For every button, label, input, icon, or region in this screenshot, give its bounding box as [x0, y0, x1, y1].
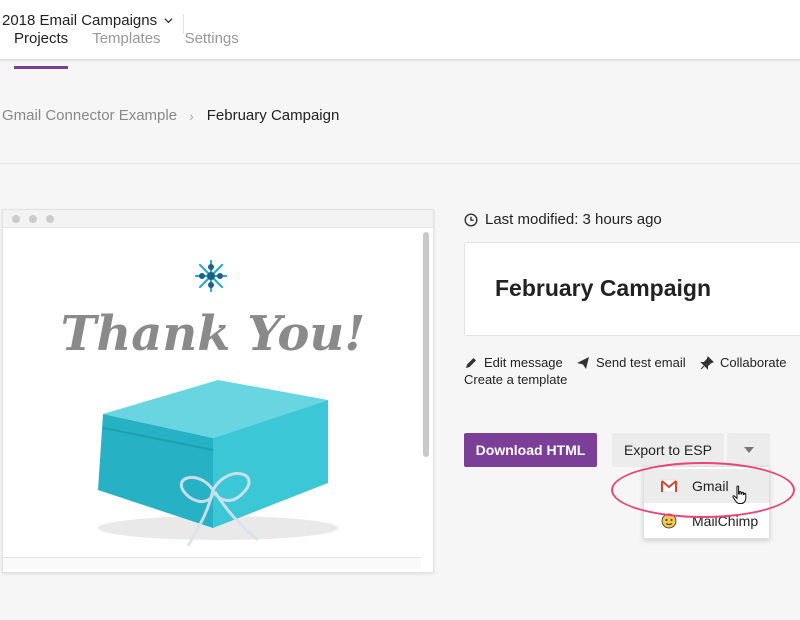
divider: [0, 163, 800, 164]
edit-message-label: Edit message: [484, 355, 563, 370]
email-preview-window: Thank You!: [2, 209, 434, 573]
last-modified-text: Last modified: 3 hours ago: [485, 211, 662, 228]
email-heading: Thank You!: [61, 306, 366, 362]
export-to-esp-button[interactable]: Export to ESP: [612, 433, 724, 467]
chevron-right-icon: ›: [189, 107, 194, 124]
preview-scrollbar[interactable]: [421, 232, 431, 562]
pencil-icon: [466, 357, 476, 368]
mailchimp-label: MailChimp: [692, 513, 759, 529]
mailchimp-icon: [661, 513, 677, 529]
window-dot-icon: [29, 215, 37, 223]
export-option-gmail[interactable]: Gmail: [644, 469, 769, 503]
snowflake-logo-icon: [194, 259, 228, 293]
export-dropdown-toggle[interactable]: [727, 433, 770, 467]
download-html-button[interactable]: Download HTML: [464, 433, 597, 467]
preview-window-bar: [3, 210, 433, 228]
export-option-mailchimp[interactable]: MailChimp: [644, 504, 769, 538]
create-template-label: Create a template: [464, 372, 568, 387]
create-template-link[interactable]: Create a template: [464, 372, 567, 387]
tab-templates[interactable]: Templates: [92, 30, 160, 47]
collaborate-link[interactable]: Collaborate: [700, 355, 787, 370]
campaign-title: February Campaign: [495, 275, 711, 301]
tab-projects[interactable]: Projects: [14, 30, 68, 47]
campaign-title-card: February Campaign: [464, 242, 800, 336]
export-dropdown-menu: Gmail MailChimp: [643, 466, 770, 539]
gmail-icon: [660, 479, 678, 493]
project-name: 2018 Email Campaigns: [2, 12, 158, 29]
main-tabs: Projects Templates Settings: [14, 30, 239, 47]
last-modified: Last modified: 3 hours ago: [464, 211, 662, 228]
window-dot-icon: [46, 215, 54, 223]
gmail-label: Gmail: [692, 478, 729, 494]
pin-icon: [700, 355, 714, 370]
scrollbar-thumb[interactable]: [423, 232, 429, 457]
edit-message-link[interactable]: Edit message: [464, 355, 563, 370]
collaborate-label: Collaborate: [720, 355, 787, 370]
top-header: 2018 Email Campaigns Projects Templates …: [0, 0, 800, 60]
chevron-down-icon: [164, 18, 173, 24]
gift-box-image: [98, 380, 338, 547]
active-tab-indicator: [14, 66, 68, 69]
project-switcher[interactable]: 2018 Email Campaigns: [2, 12, 174, 29]
paper-plane-icon: [577, 356, 589, 369]
caret-down-icon: [743, 447, 754, 453]
breadcrumb: Gmail Connector Example › February Campa…: [2, 107, 339, 124]
window-dot-icon: [12, 215, 20, 223]
email-preview-content: Thank You!: [61, 259, 366, 547]
tab-settings[interactable]: Settings: [185, 30, 239, 47]
preview-footer-bar: [3, 557, 421, 569]
send-test-email-link[interactable]: Send test email: [576, 355, 686, 370]
clock-icon: [464, 212, 478, 227]
send-test-email-label: Send test email: [596, 355, 686, 370]
breadcrumb-parent-link[interactable]: Gmail Connector Example: [2, 107, 177, 124]
hand-cursor-icon: [732, 485, 747, 504]
breadcrumb-current: February Campaign: [206, 107, 340, 124]
